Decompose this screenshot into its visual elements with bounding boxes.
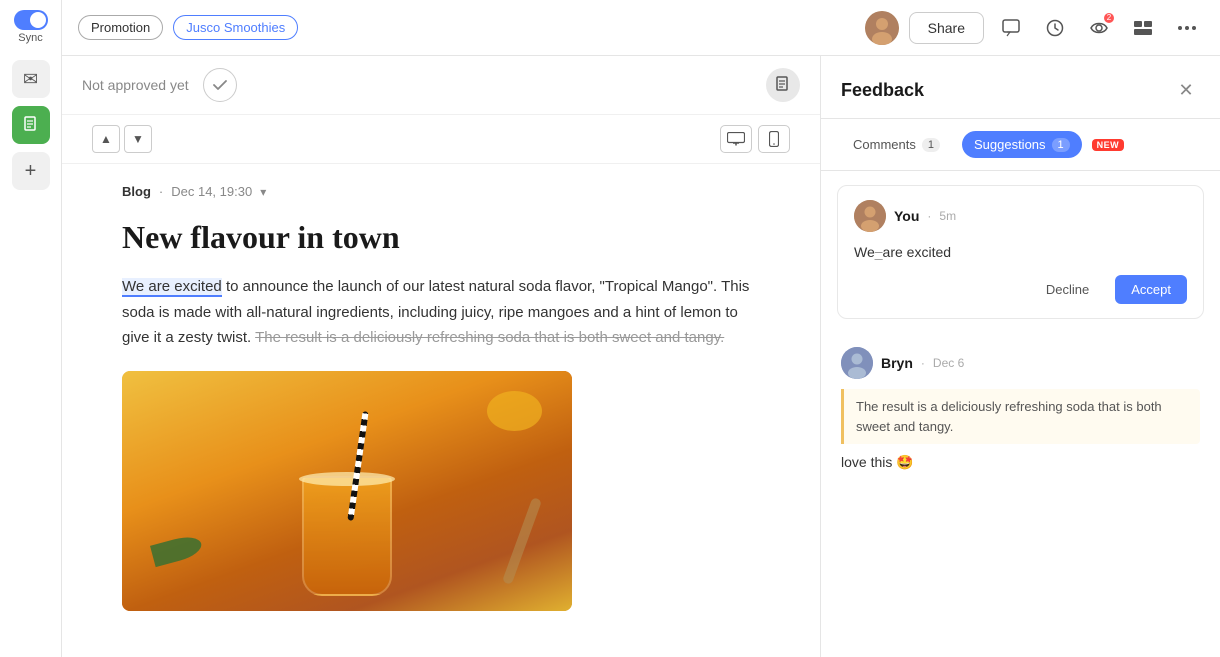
foam-visual <box>299 472 395 486</box>
tab-comments-label: Comments <box>853 137 916 152</box>
feedback-header: Feedback ✕ <box>821 56 1220 119</box>
highlighted-text: We are excited <box>122 278 222 297</box>
not-approved-label: Not approved yet <box>82 77 189 93</box>
comment-user-name: Bryn <box>881 355 913 371</box>
feedback-tabs: Comments 1 Suggestions 1 NEW <box>821 119 1220 171</box>
comment-card-header: Bryn · Dec 6 <box>841 347 1200 379</box>
decline-button[interactable]: Decline <box>1030 275 1105 304</box>
close-feedback-button[interactable]: ✕ <box>1172 76 1200 104</box>
comments-count: 1 <box>922 138 940 152</box>
desktop-view-toggle[interactable] <box>720 125 752 153</box>
doc-blog-tag: Blog <box>122 184 151 199</box>
doc-date: Dec 14, 19:30 <box>171 184 252 199</box>
doc-meta: Blog · Dec 14, 19:30 ▾ <box>122 184 760 199</box>
notification-badge: 2 <box>1104 13 1114 23</box>
comment-user-avatar <box>841 347 873 379</box>
main-content-area: Not approved yet ▲ ▼ Blog · Dec 14, 19:3 <box>62 56 820 657</box>
suggestion-body: We_are excited <box>854 242 1187 263</box>
comments-icon[interactable] <box>994 11 1028 45</box>
sync-switch[interactable] <box>14 10 48 30</box>
mobile-view-toggle[interactable] <box>758 125 790 153</box>
suggestions-count: 1 <box>1052 138 1070 152</box>
share-button[interactable]: Share <box>909 12 984 44</box>
sidebar-icon-add[interactable]: + <box>12 152 50 190</box>
approval-bar: Not approved yet <box>62 56 820 115</box>
sidebar-icon-mail[interactable]: ✉ <box>12 60 50 98</box>
brand-tag[interactable]: Jusco Smoothies <box>173 15 298 40</box>
suggestion-user-avatar <box>854 200 886 232</box>
suggestion-time: 5m <box>939 209 956 223</box>
glass-visual <box>302 476 392 596</box>
feedback-content: You · 5m We_are excited Decline Accept B… <box>821 171 1220 657</box>
view-toggles <box>720 125 790 153</box>
nav-arrows: ▲ ▼ <box>92 125 152 153</box>
strikethrough-text: The result is a deliciously refreshing s… <box>255 329 724 346</box>
doc-body: We are excited to announce the launch of… <box>122 274 760 351</box>
comment-date: Dec 6 <box>933 356 964 370</box>
approve-button[interactable] <box>203 68 237 102</box>
doc-toolbar: ▲ ▼ <box>62 115 820 164</box>
doc-meta-chevron[interactable]: ▾ <box>260 185 266 199</box>
doc-image <box>122 371 572 611</box>
tab-comments[interactable]: Comments 1 <box>841 131 952 158</box>
tab-suggestions-label: Suggestions <box>974 137 1046 152</box>
sidebar-icon-doc[interactable] <box>12 106 50 144</box>
viewers-icon[interactable]: 2 <box>1082 11 1116 45</box>
more-options-icon[interactable] <box>1170 11 1204 45</box>
history-icon[interactable] <box>1038 11 1072 45</box>
suggestion-card-header: You · 5m <box>854 200 1187 232</box>
nav-up-button[interactable]: ▲ <box>92 125 120 153</box>
promotion-tag[interactable]: Promotion <box>78 15 163 40</box>
accept-button[interactable]: Accept <box>1115 275 1187 304</box>
tab-suggestions[interactable]: Suggestions 1 <box>962 131 1082 158</box>
layout-icon[interactable] <box>1126 11 1160 45</box>
suggestion-user-name: You <box>894 208 919 224</box>
user-avatar-topbar[interactable] <box>865 11 899 45</box>
mango-visual <box>487 391 542 431</box>
doc-action-icon[interactable] <box>766 68 800 102</box>
topbar: Promotion Jusco Smoothies Share 2 <box>62 0 1220 56</box>
doc-content: Blog · Dec 14, 19:30 ▾ New flavour in to… <box>62 164 820 657</box>
sync-label: Sync <box>18 32 42 44</box>
sidebar: Sync ✉ + <box>0 0 62 657</box>
suggestion-card: You · 5m We_are excited Decline Accept <box>837 185 1204 319</box>
sync-toggle[interactable]: Sync <box>14 10 48 44</box>
suggestion-actions: Decline Accept <box>854 275 1187 304</box>
comment-card: Bryn · Dec 6 The result is a deliciously… <box>837 333 1204 485</box>
feedback-title: Feedback <box>841 80 924 101</box>
feedback-panel: Feedback ✕ Comments 1 Suggestions 1 NEW … <box>820 56 1220 657</box>
new-badge: NEW <box>1092 139 1125 151</box>
doc-title: New flavour in town <box>122 219 760 256</box>
comment-text: love this 🤩 <box>841 454 1200 471</box>
suggestion-del-text: _ <box>875 244 883 260</box>
comment-quote: The result is a deliciously refreshing s… <box>841 389 1200 444</box>
nav-down-button[interactable]: ▼ <box>124 125 152 153</box>
